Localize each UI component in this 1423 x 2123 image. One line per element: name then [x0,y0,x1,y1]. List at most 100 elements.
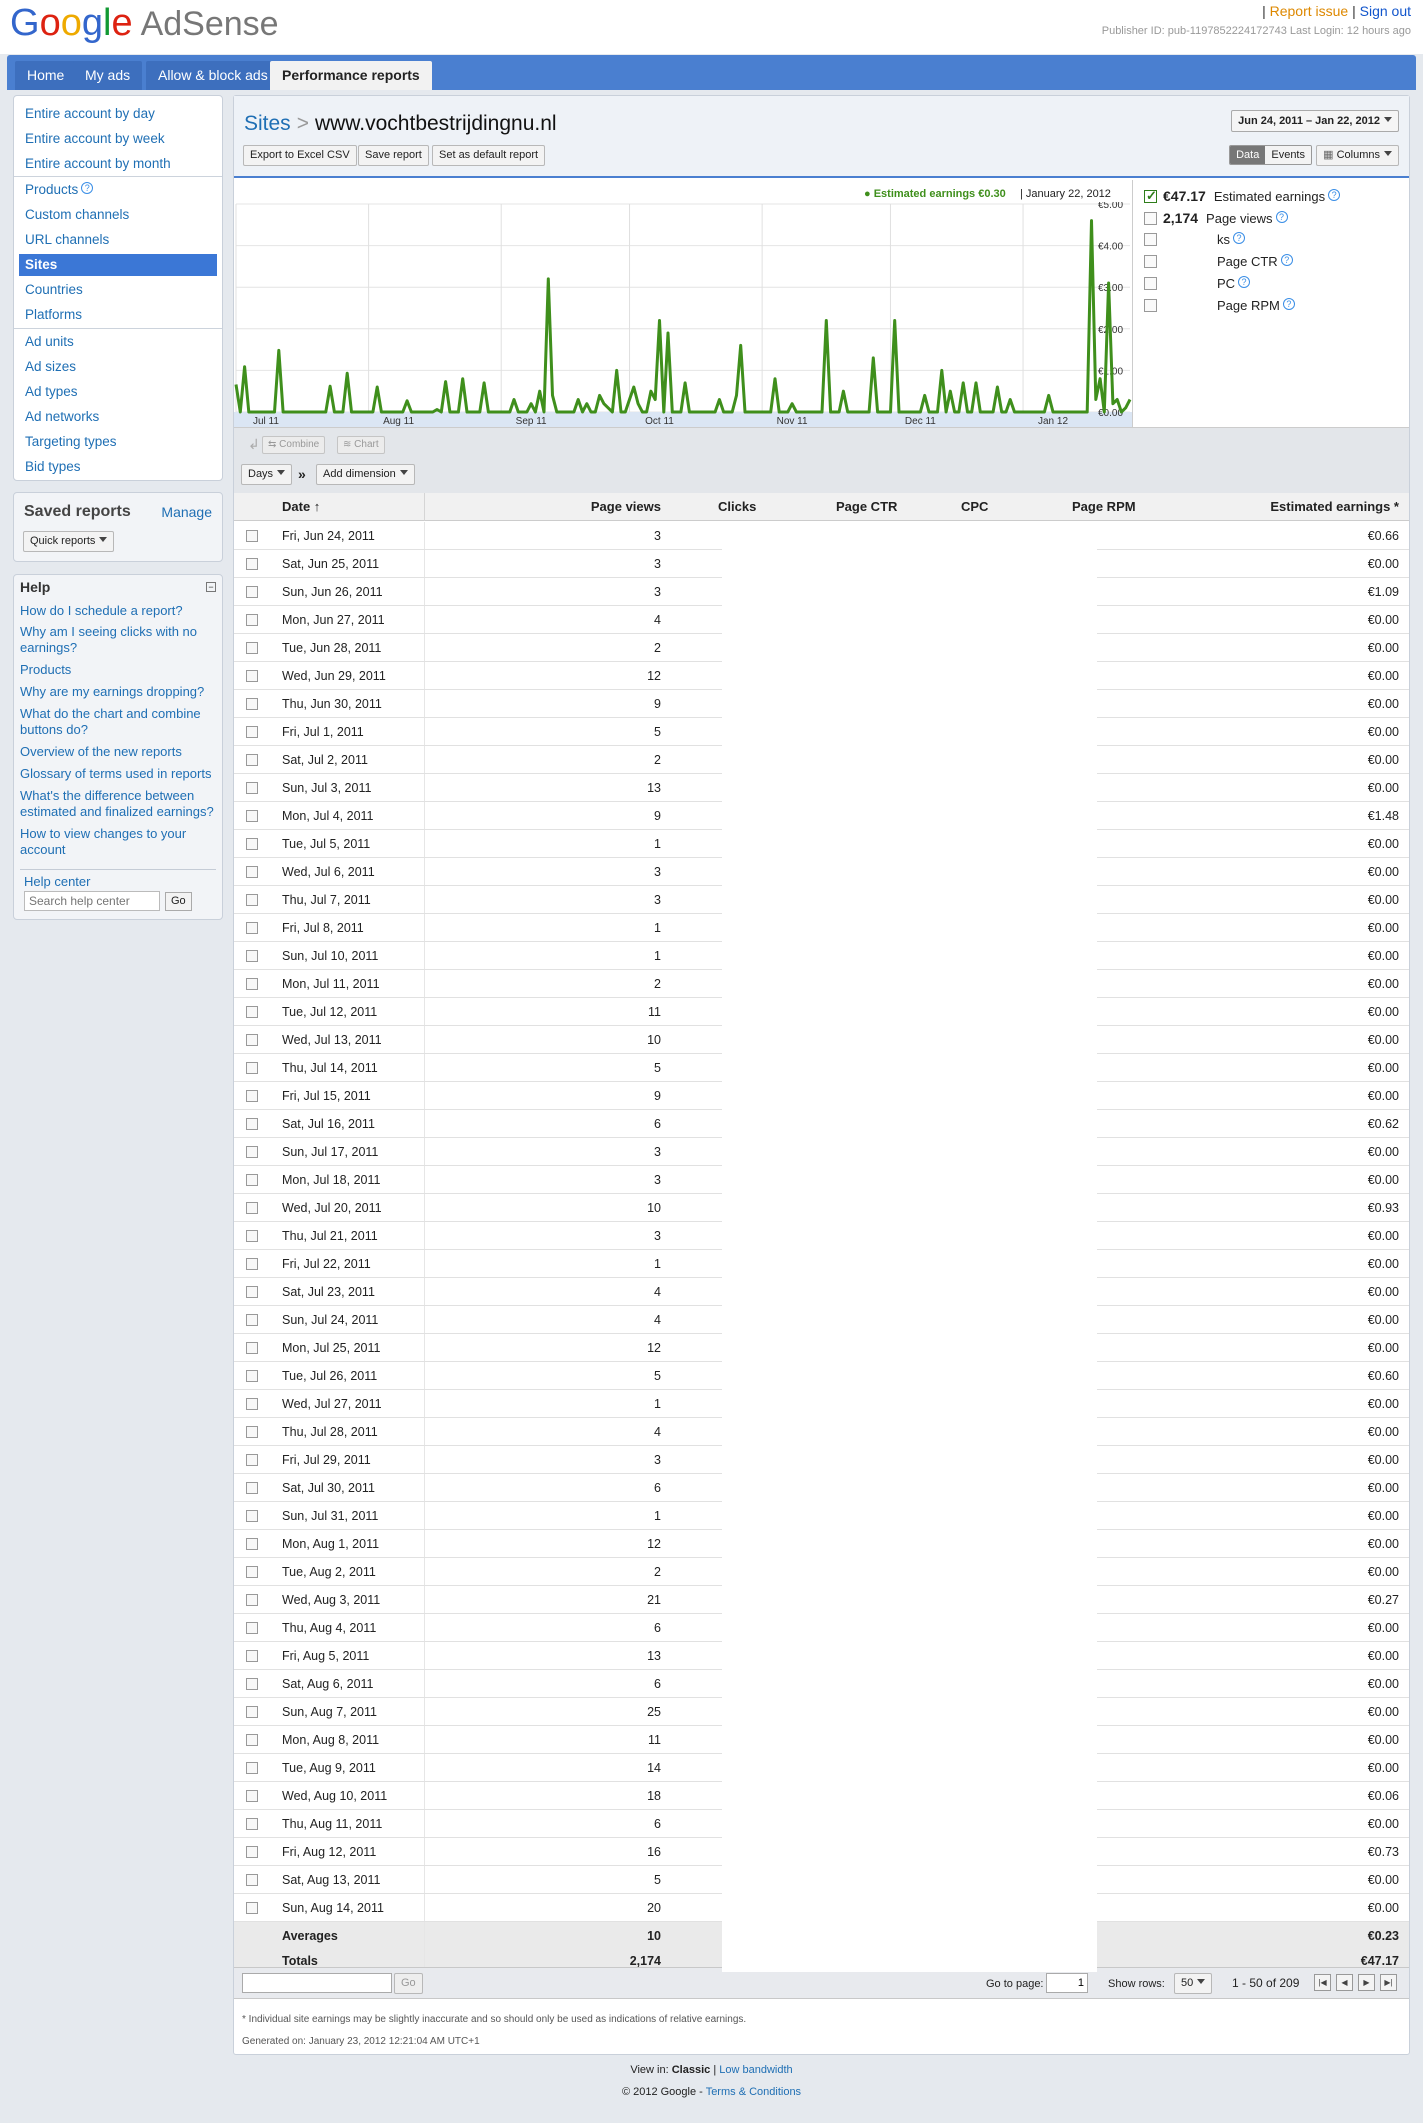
sidebar-item-ad-networks[interactable]: Ad networks [19,406,217,428]
row-checkbox[interactable] [246,1230,258,1242]
days-dropdown[interactable]: Days [241,464,293,485]
manage-saved-reports-link[interactable]: Manage [161,504,212,520]
combine-button[interactable]: ⇆ Combine [262,436,326,454]
row-checkbox[interactable] [246,1790,258,1802]
row-checkbox[interactable] [246,1426,258,1438]
row-checkbox[interactable] [246,614,258,626]
help-link-clicks-no-earnings[interactable]: Why am I seeing clicks with no earnings? [20,624,216,656]
sidebar-item-platforms[interactable]: Platforms [19,304,217,326]
sidebar-item-custom-channels[interactable]: Custom channels [19,204,217,226]
metric-estimated-earnings[interactable]: €47.17Estimated earnings? [1144,188,1341,204]
col-estimated-earnings-header[interactable]: Estimated earnings * [1270,493,1399,521]
row-checkbox[interactable] [246,978,258,990]
row-checkbox[interactable] [246,1734,258,1746]
col-clicks-header[interactable]: Clicks [718,493,757,521]
sidebar-item-targeting-types[interactable]: Targeting types [19,431,217,453]
view-events-button[interactable]: Events [1265,146,1311,164]
sidebar-item-bid-types[interactable]: Bid types [19,456,217,478]
help-icon[interactable]: ? [1238,276,1251,288]
set-default-report-button[interactable]: Set as default report [432,145,546,166]
help-search-input[interactable] [24,891,160,911]
col-cpc-header[interactable]: CPC [961,493,989,521]
row-checkbox[interactable] [246,838,258,850]
goto-page-input[interactable] [1046,1973,1088,1993]
sidebar-item-ad-sizes[interactable]: Ad sizes [19,356,217,378]
row-checkbox[interactable] [246,866,258,878]
help-link-view-changes[interactable]: How to view changes to your account [20,826,216,858]
row-checkbox[interactable] [246,1006,258,1018]
terms-link[interactable]: Terms & Conditions [706,2086,801,2098]
sidebar-item-account-by-month[interactable]: Entire account by month [19,153,217,175]
col-page-ctr-header[interactable]: Page CTR [836,493,898,521]
sidebar-item-products[interactable]: Products? [19,179,217,201]
row-checkbox[interactable] [246,1370,258,1382]
help-icon[interactable]: ? [81,182,94,194]
col-date-header[interactable]: Date ↑ [282,493,321,521]
metric-page-rpm[interactable]: Page RPM? [1144,298,1295,313]
sidebar-item-ad-types[interactable]: Ad types [19,381,217,403]
row-checkbox[interactable] [246,1398,258,1410]
col-page-rpm-header[interactable]: Page RPM [1072,493,1136,521]
checkbox[interactable] [1144,255,1157,268]
row-checkbox[interactable] [246,1846,258,1858]
filter-go-button[interactable]: Go [394,1973,423,1994]
sidebar-item-account-by-day[interactable]: Entire account by day [19,103,217,125]
undo-icon[interactable]: ↲ [248,436,260,453]
row-checkbox[interactable] [246,1874,258,1886]
row-checkbox[interactable] [246,1622,258,1634]
help-icon[interactable]: ? [1328,189,1341,201]
row-checkbox[interactable] [246,1202,258,1214]
help-icon[interactable]: ? [1233,232,1245,244]
row-checkbox[interactable] [246,1062,258,1074]
google-adsense-logo[interactable]: Google AdSense [10,2,279,45]
row-checkbox[interactable] [246,1678,258,1690]
row-checkbox[interactable] [246,950,258,962]
sidebar-item-url-channels[interactable]: URL channels [19,229,217,251]
row-checkbox[interactable] [246,1118,258,1130]
columns-dropdown[interactable]: ▦ Columns [1316,145,1399,166]
row-checkbox[interactable] [246,1146,258,1158]
help-link-chart-combine[interactable]: What do the chart and combine buttons do… [20,706,216,738]
row-checkbox[interactable] [246,1314,258,1326]
export-csv-button[interactable]: Export to Excel CSV [243,145,357,166]
help-link-glossary[interactable]: Glossary of terms used in reports [20,766,216,782]
help-icon[interactable]: ? [1280,254,1293,266]
tab-home[interactable]: Home [15,61,77,90]
row-checkbox[interactable] [246,530,258,542]
metric-page-ctr[interactable]: Page CTR? [1144,254,1293,269]
help-icon[interactable]: ? [1282,298,1295,310]
sidebar-item-ad-units[interactable]: Ad units [19,331,217,353]
row-checkbox[interactable] [246,1482,258,1494]
metric-page-views[interactable]: 2,174 Page views? [1144,210,1288,226]
row-checkbox[interactable] [246,1090,258,1102]
view-data-button[interactable]: Data [1230,146,1266,164]
last-page-button[interactable]: ▶| [1380,1974,1397,1991]
row-checkbox[interactable] [246,810,258,822]
show-rows-select[interactable]: 50 [1174,1973,1213,1994]
row-checkbox[interactable] [246,558,258,570]
help-icon[interactable]: ? [1275,211,1288,223]
row-checkbox[interactable] [246,1342,258,1354]
row-checkbox[interactable] [246,782,258,794]
next-page-button[interactable]: ▶ [1358,1974,1375,1991]
row-checkbox[interactable] [246,1286,258,1298]
breadcrumb-sites-link[interactable]: Sites [244,112,291,135]
help-center-link[interactable]: Help center [24,874,90,889]
row-checkbox[interactable] [246,698,258,710]
sidebar-item-sites[interactable]: Sites [19,254,217,276]
row-checkbox[interactable] [246,1510,258,1522]
row-checkbox[interactable] [246,1902,258,1914]
checkbox[interactable] [1144,299,1157,312]
quick-reports-dropdown[interactable]: Quick reports [23,531,115,552]
help-link-estimated-vs-finalized[interactable]: What's the difference between estimated … [20,788,216,820]
row-checkbox[interactable] [246,922,258,934]
row-checkbox[interactable] [246,1174,258,1186]
checkbox[interactable] [1144,233,1157,246]
tab-my-ads[interactable]: My ads [73,61,143,90]
help-link-earnings-dropping[interactable]: Why are my earnings dropping? [20,684,216,700]
checkbox[interactable] [1144,277,1157,290]
date-range-selector[interactable]: Jun 24, 2011 – Jan 22, 2012 [1231,110,1399,132]
help-link-overview-reports[interactable]: Overview of the new reports [20,744,216,760]
col-page-views-header[interactable]: Page views [424,493,661,521]
checkbox[interactable] [1144,212,1157,225]
